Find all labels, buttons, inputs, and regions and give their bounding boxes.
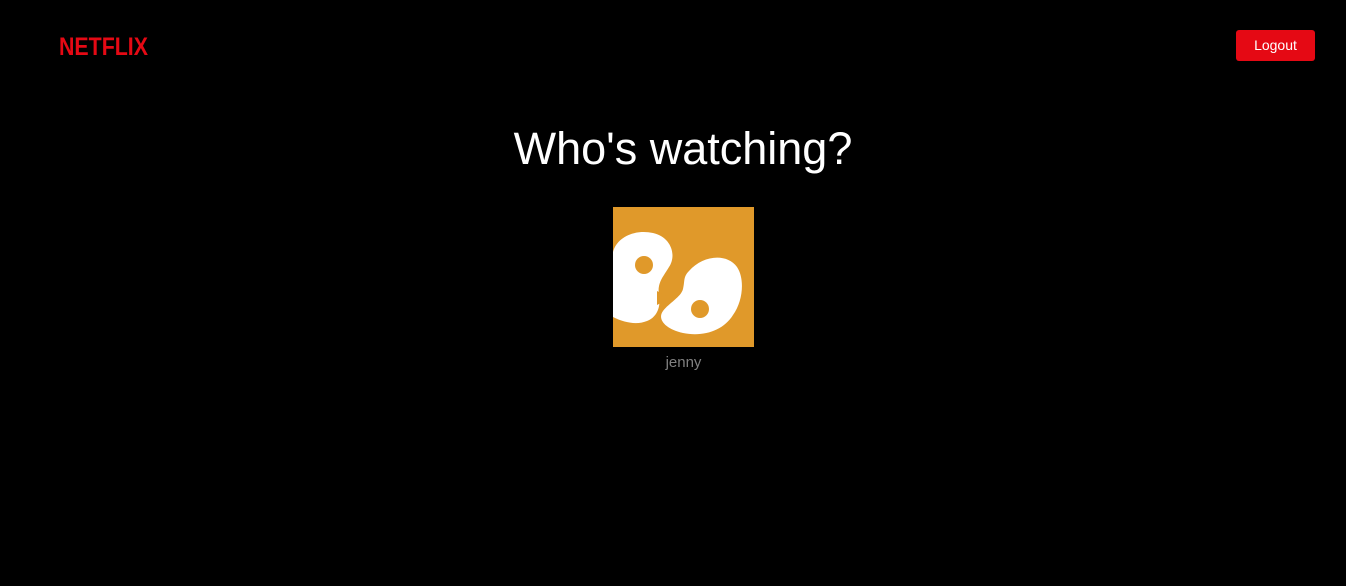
page-title: Who's watching? [513, 123, 853, 174]
profile-select-page: NETFLIX Logout Who's watching? jenny [0, 0, 1346, 586]
smiley-face-icon[interactable] [613, 207, 754, 347]
svg-text:NETFLIX: NETFLIX [59, 33, 148, 59]
profile-name: jenny [665, 354, 702, 371]
netflix-logo-icon: NETFLIX [59, 33, 148, 59]
netflix-logo[interactable]: NETFLIX [59, 31, 149, 59]
logout-button[interactable]: Logout [1236, 30, 1315, 61]
profile-card-jenny[interactable]: jenny [613, 207, 754, 371]
